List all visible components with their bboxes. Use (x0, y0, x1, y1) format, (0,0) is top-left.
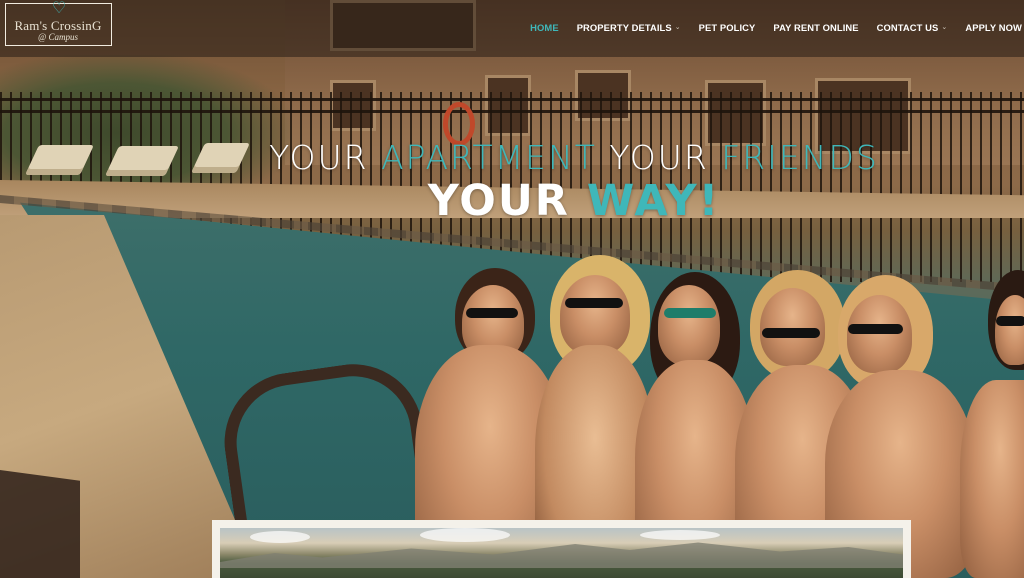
logo-subtitle: @ Campus (37, 32, 79, 42)
headline-word-accent: WAY! (586, 176, 721, 226)
nav-item-property-details[interactable]: PROPERTY DETAILS ⌄ (568, 20, 690, 34)
nav-item-label: HOME (530, 21, 559, 33)
headline-word: YOUR (427, 176, 587, 226)
hero-headline-line-1: YOUR APARTMENT YOUR FRIENDS (0, 138, 1024, 177)
nav-item-contact-us[interactable]: CONTACT US ⌄ (868, 20, 957, 34)
site-header: ♡ Ram's CrossinG @ Campus HOME PROPERTY … (0, 0, 1024, 57)
chevron-down-icon: ⌄ (941, 24, 948, 31)
headline-word: YOUR (609, 138, 722, 177)
shadow (0, 470, 80, 578)
headline-word-accent: APARTMENT (381, 138, 610, 177)
hero-background-photo (0, 0, 1024, 578)
main-navigation: HOME PROPERTY DETAILS ⌄ PET POLICY PAY R… (521, 20, 1024, 34)
nav-item-label: APPLY NOW (965, 21, 1022, 33)
headline-word: YOUR (269, 138, 382, 177)
nav-item-label: PROPERTY DETAILS (576, 21, 672, 33)
heart-ram-icon: ♡ (51, 0, 67, 17)
nav-item-pet-policy[interactable]: PET POLICY (690, 20, 765, 34)
nav-item-apply-now[interactable]: APPLY NOW (956, 20, 1024, 34)
nav-item-pay-rent-online[interactable]: PAY RENT ONLINE (764, 20, 867, 34)
hero-headline-line-2: YOUR WAY! (0, 176, 1024, 226)
chevron-down-icon: ⌄ (674, 24, 681, 31)
nav-item-label: CONTACT US (876, 21, 939, 33)
nav-item-label: PET POLICY (698, 21, 756, 33)
site-logo[interactable]: ♡ Ram's CrossinG @ Campus (5, 0, 112, 46)
nav-item-home[interactable]: HOME (521, 20, 568, 34)
panorama-image (220, 528, 903, 578)
nav-item-label: PAY RENT ONLINE (773, 21, 859, 33)
headline-word-accent: FRIENDS (721, 138, 879, 177)
